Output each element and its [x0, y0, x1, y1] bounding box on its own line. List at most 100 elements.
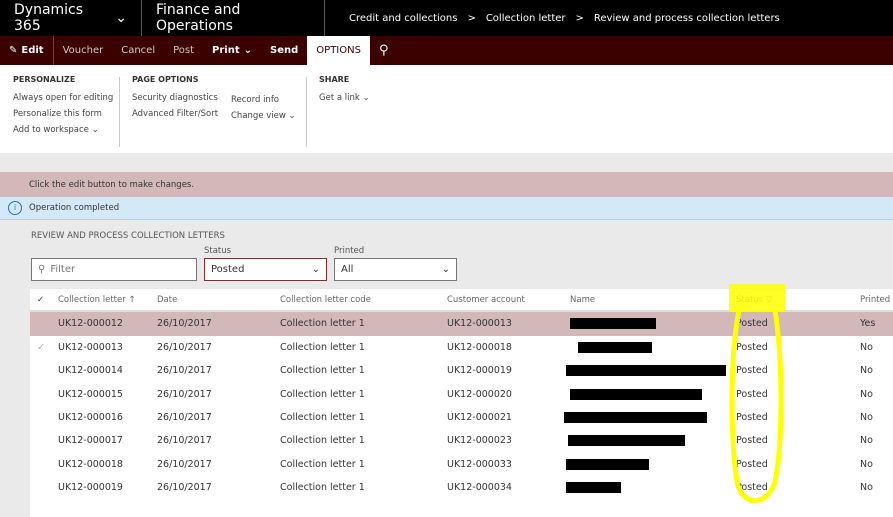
letter-code-cell: Collection letter 1: [280, 482, 365, 494]
edit-button[interactable]: ✎ Edit: [0, 36, 54, 65]
column-collection-letter[interactable]: Collection letter ↑: [58, 295, 136, 305]
table-row[interactable]: UK12-000018 26/10/2017 Collection letter 1…: [30, 453, 893, 476]
group-title: PAGE OPTIONS: [132, 75, 199, 84]
table-row[interactable]: ✓ UK12-000013 26/10/2017 Collection letter …: [30, 336, 893, 359]
breadcrumb-item[interactable]: Credit and collections: [349, 13, 457, 24]
row-check-icon[interactable]: ✓: [37, 342, 45, 353]
date-cell: 26/10/2017: [157, 435, 212, 447]
change-view-link[interactable]: Change view ⌄: [231, 111, 296, 121]
post-button[interactable]: Post: [164, 36, 203, 65]
redacted-name: [570, 388, 702, 400]
column-printed[interactable]: Printed: [860, 295, 890, 305]
grid-header: ✓ Collection letter ↑ Date Collection le…: [30, 289, 893, 313]
share-group: SHARE Get a link ⌄: [319, 75, 370, 109]
column-customer-account[interactable]: Customer account: [447, 295, 525, 305]
status-cell: Posted: [736, 435, 768, 447]
printed-cell: No: [860, 412, 873, 423]
pencil-icon: ✎: [9, 45, 18, 56]
print-button[interactable]: Print ⌄: [203, 36, 261, 65]
personalize-group: PERSONALIZE Always open for editing Pers…: [13, 75, 113, 141]
filter-input[interactable]: ⚲ Filter: [31, 258, 197, 281]
printed-cell: No: [860, 341, 873, 353]
collection-letter-cell[interactable]: UK12-000019: [58, 482, 123, 493]
section-title: REVIEW AND PROCESS COLLECTION LETTERS: [31, 231, 225, 241]
table-row[interactable]: UK12-000014 26/10/2017 Collection letter 1…: [30, 359, 893, 382]
customer-account-cell: UK12-000019: [447, 365, 512, 377]
collection-letter-cell[interactable]: UK12-000015: [58, 389, 123, 400]
redacted-name: [570, 318, 656, 330]
customer-account-cell: UK12-000020: [447, 388, 512, 400]
printed-select[interactable]: All ⌄: [334, 258, 457, 281]
status-select[interactable]: Posted ⌄: [204, 258, 327, 281]
table-row[interactable]: UK12-000017 26/10/2017 Collection letter 1…: [30, 429, 893, 452]
search-icon[interactable]: ⚲: [370, 36, 398, 65]
sort-ascending-icon: ↑: [128, 295, 136, 305]
send-button[interactable]: Send: [261, 36, 307, 65]
collection-letter-cell[interactable]: UK12-000018: [58, 459, 123, 470]
record-info-link[interactable]: Record info: [231, 95, 296, 105]
tab-options[interactable]: OPTIONS: [307, 36, 370, 65]
redacted-name: [578, 341, 652, 353]
collection-letter-cell[interactable]: UK12-000016: [58, 412, 123, 423]
redacted-name: [568, 435, 685, 447]
chevron-down-icon: ⌄: [441, 264, 450, 275]
customer-account-cell: UK12-000013: [447, 318, 512, 330]
date-cell: 26/10/2017: [157, 482, 212, 494]
chevron-down-icon: ⌄: [91, 125, 99, 135]
edit-label: Edit: [21, 45, 44, 56]
table-row[interactable]: UK12-000015 26/10/2017 Collection letter 1…: [30, 383, 893, 406]
select-all-checkbox[interactable]: ✓: [37, 295, 44, 305]
date-cell: 26/10/2017: [157, 318, 212, 330]
table-row[interactable]: UK12-000016 26/10/2017 Collection letter 1…: [30, 406, 893, 429]
placeholder: Filter: [50, 264, 76, 275]
always-open-editing-link[interactable]: Always open for editing: [13, 93, 113, 103]
printed-cell: No: [860, 435, 873, 447]
action-pane: ✎ Edit Voucher Cancel Post Print ⌄ Send OP…: [0, 36, 893, 65]
dynamics-menu[interactable]: Dynamics 365 ⌄: [0, 0, 142, 36]
letter-code-cell: Collection letter 1: [280, 412, 365, 423]
info-bar: i Operation completed: [0, 197, 893, 220]
page-options-group-2: Record info Change view ⌄: [231, 95, 296, 127]
advanced-filter-link[interactable]: Advanced Filter/Sort: [132, 109, 218, 119]
add-to-workspace-link[interactable]: Add to workspace ⌄: [13, 125, 113, 135]
get-link-link[interactable]: Get a link ⌄: [319, 93, 370, 103]
customer-account-cell: UK12-000023: [447, 435, 512, 447]
chevron-down-icon: ⌄: [243, 45, 253, 56]
column-status[interactable]: Status ▽: [736, 295, 772, 305]
column-name[interactable]: Name: [570, 295, 595, 305]
date-cell: 26/10/2017: [157, 458, 212, 470]
status-cell: Posted: [736, 365, 768, 377]
customer-account-cell: UK12-000034: [447, 482, 512, 494]
collection-letter-cell[interactable]: UK12-000013: [58, 342, 123, 353]
info-icon: i: [8, 201, 22, 215]
personalize-form-link[interactable]: Personalize this form: [13, 109, 113, 119]
column-date[interactable]: Date: [157, 295, 177, 305]
printed-cell: No: [860, 388, 873, 400]
collection-letter-cell[interactable]: UK12-000014: [58, 365, 123, 376]
chevron-down-icon: ⌄: [288, 111, 296, 121]
letter-code-cell: Collection letter 1: [280, 458, 365, 470]
letter-code-cell: Collection letter 1: [280, 388, 365, 400]
redacted-name: [566, 458, 649, 470]
column-letter-code[interactable]: Collection letter code: [280, 295, 371, 305]
printed-cell: No: [860, 458, 873, 470]
chevron-right-icon: >: [575, 12, 584, 24]
date-cell: 26/10/2017: [157, 412, 212, 423]
printed-cell: No: [860, 482, 873, 494]
security-diagnostics-link[interactable]: Security diagnostics: [132, 93, 218, 103]
redacted-name: [564, 412, 707, 423]
divider: [119, 77, 120, 147]
collection-letter-cell[interactable]: UK12-000017: [58, 435, 123, 446]
table-row[interactable]: UK12-000019 26/10/2017 Collection letter 1…: [30, 476, 893, 499]
date-cell: 26/10/2017: [157, 388, 212, 400]
info-text: Operation completed: [29, 203, 120, 213]
breadcrumb-item[interactable]: Collection letter: [486, 13, 566, 24]
table-row[interactable]: UK12-000012 26/10/2017 Collection letter 1…: [30, 312, 893, 336]
redacted-name: [566, 365, 726, 377]
printed-cell: Yes: [860, 318, 876, 330]
voucher-button[interactable]: Voucher: [54, 36, 113, 65]
cancel-button[interactable]: Cancel: [112, 36, 164, 65]
collection-letter-cell[interactable]: UK12-000012: [58, 318, 123, 329]
label: Add to workspace: [13, 125, 89, 135]
chevron-down-icon: ⌄: [115, 10, 127, 26]
